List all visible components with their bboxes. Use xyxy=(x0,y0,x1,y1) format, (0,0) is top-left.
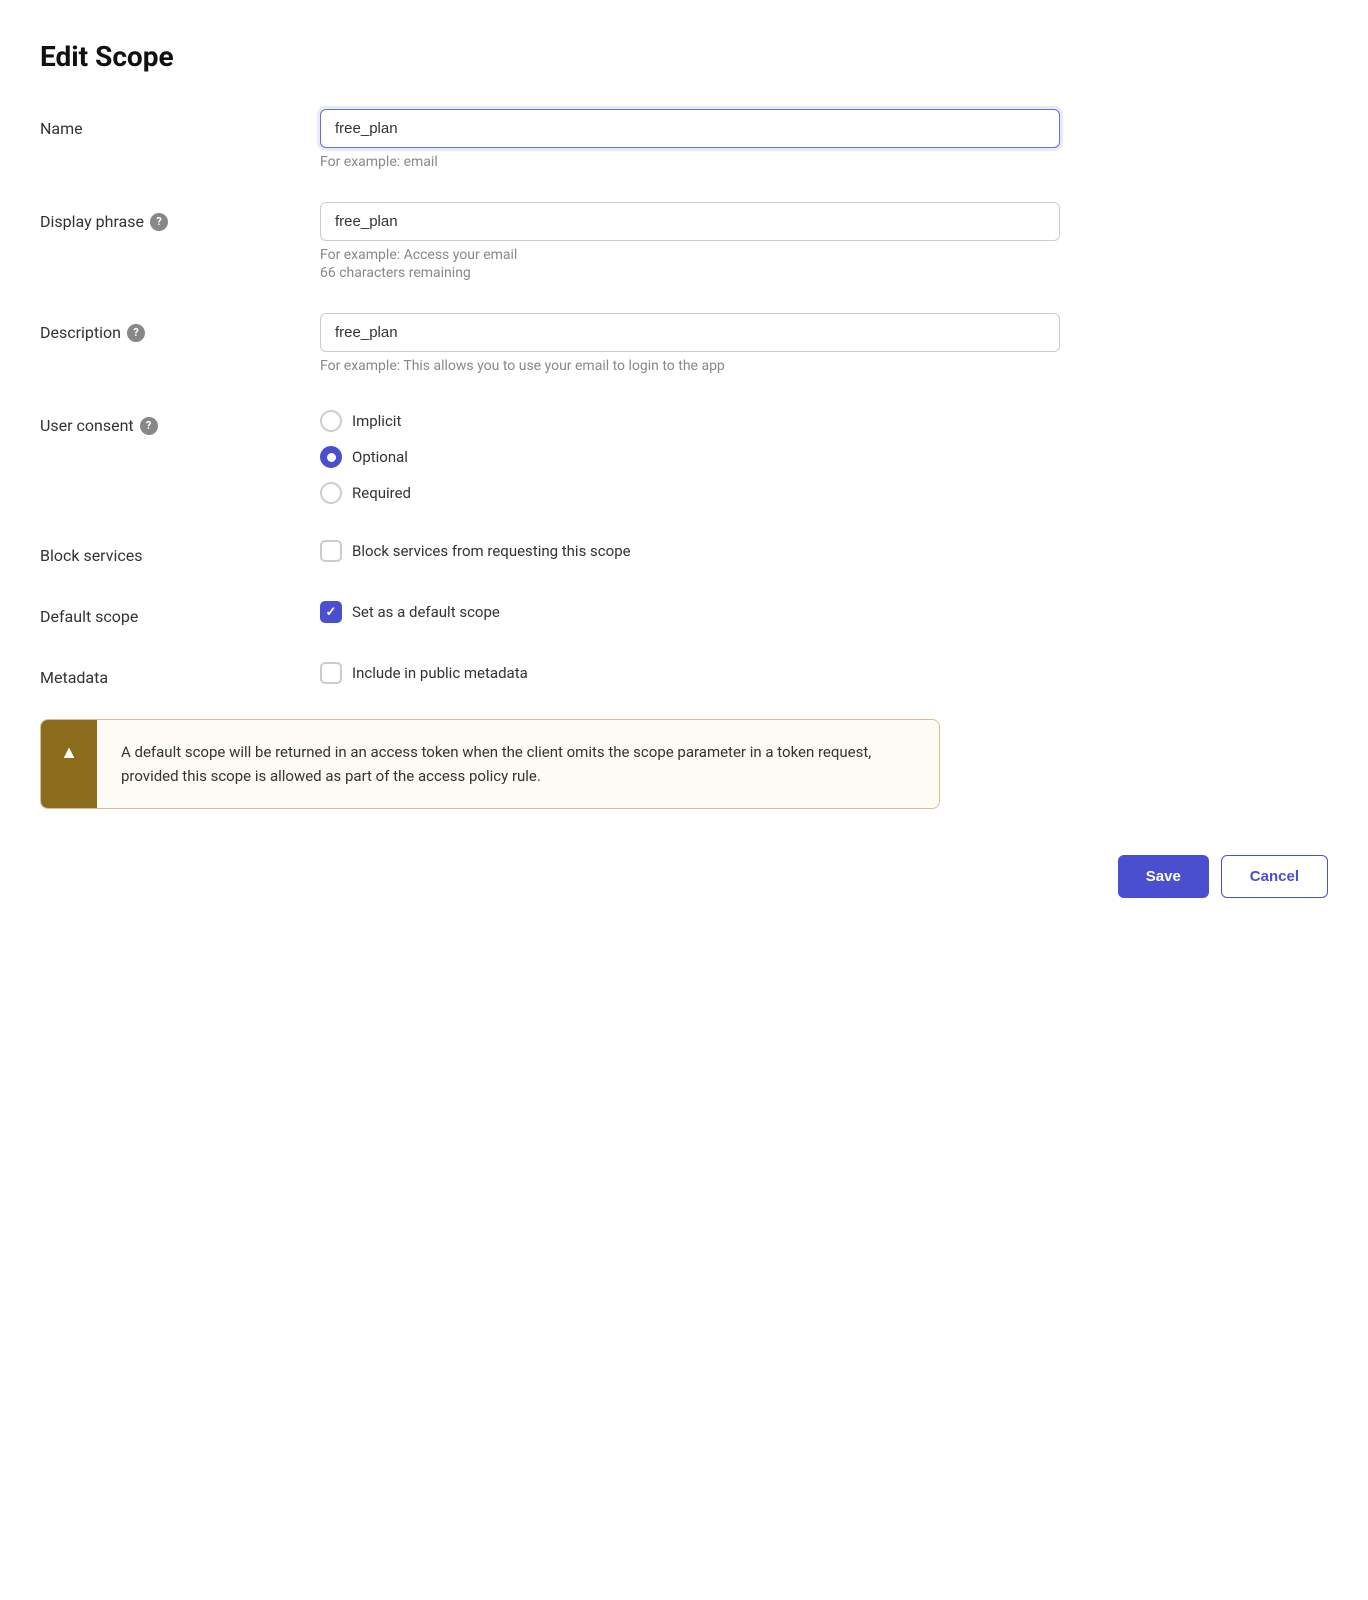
display-phrase-field-row: Display phrase ? For example: Access you… xyxy=(40,202,1328,281)
user-consent-label-col: User consent ? xyxy=(40,406,320,435)
display-phrase-control-col: For example: Access your email 66 charac… xyxy=(320,202,1328,281)
block-services-label: Block services xyxy=(40,546,143,565)
page-title: Edit Scope xyxy=(40,40,1328,73)
footer-actions: Save Cancel xyxy=(40,845,1328,898)
save-button[interactable]: Save xyxy=(1118,855,1209,898)
description-label: Description xyxy=(40,323,121,342)
warning-icon: ▲ xyxy=(60,742,78,763)
description-field-row: Description ? For example: This allows y… xyxy=(40,313,1328,374)
warning-text: A default scope will be returned in an a… xyxy=(121,743,871,785)
description-control-col: For example: This allows you to use your… xyxy=(320,313,1328,374)
name-label-col: Name xyxy=(40,109,320,138)
radio-optional[interactable]: Optional xyxy=(320,446,1328,468)
radio-required-label: Required xyxy=(352,484,411,502)
metadata-label-col: Metadata xyxy=(40,658,320,687)
name-control-col: For example: email xyxy=(320,109,1328,170)
name-input[interactable] xyxy=(320,109,1060,148)
metadata-checkbox-label: Include in public metadata xyxy=(352,664,528,682)
default-scope-control-col: ✓ Set as a default scope xyxy=(320,597,1328,623)
warning-sidebar: ▲ xyxy=(41,720,97,808)
name-hint: For example: email xyxy=(320,154,1328,170)
default-scope-label-col: Default scope xyxy=(40,597,320,626)
radio-implicit[interactable]: Implicit xyxy=(320,410,1328,432)
name-label: Name xyxy=(40,119,83,138)
radio-optional-label: Optional xyxy=(352,448,408,466)
display-phrase-input[interactable] xyxy=(320,202,1060,241)
default-scope-checkbox[interactable]: ✓ Set as a default scope xyxy=(320,597,1328,623)
display-phrase-hint1: For example: Access your email xyxy=(320,247,1328,263)
name-field-row: Name For example: email xyxy=(40,109,1328,170)
radio-required[interactable]: Required xyxy=(320,482,1328,504)
block-services-checkbox[interactable]: Block services from requesting this scop… xyxy=(320,536,1328,562)
description-label-col: Description ? xyxy=(40,313,320,342)
description-help-icon[interactable]: ? xyxy=(127,324,145,342)
check-icon: ✓ xyxy=(326,606,337,619)
description-input[interactable] xyxy=(320,313,1060,352)
metadata-field-row: Metadata Include in public metadata xyxy=(40,658,1328,687)
radio-optional-circle xyxy=(320,446,342,468)
radio-optional-inner xyxy=(327,453,336,462)
warning-content: A default scope will be returned in an a… xyxy=(97,720,939,808)
user-consent-field-row: User consent ? Implicit Optional Require… xyxy=(40,406,1328,504)
metadata-control-col: Include in public metadata xyxy=(320,658,1328,684)
display-phrase-help-icon[interactable]: ? xyxy=(150,213,168,231)
metadata-label: Metadata xyxy=(40,668,108,687)
warning-box: ▲ A default scope will be returned in an… xyxy=(40,719,940,809)
radio-implicit-label: Implicit xyxy=(352,412,401,430)
user-consent-radio-group: Implicit Optional Required xyxy=(320,406,1328,504)
block-services-checkbox-label: Block services from requesting this scop… xyxy=(352,542,631,560)
default-scope-checkbox-label: Set as a default scope xyxy=(352,603,500,621)
display-phrase-label: Display phrase xyxy=(40,212,144,231)
metadata-checkbox[interactable]: Include in public metadata xyxy=(320,658,1328,684)
block-services-label-col: Block services xyxy=(40,536,320,565)
default-scope-checkbox-box: ✓ xyxy=(320,601,342,623)
user-consent-help-icon[interactable]: ? xyxy=(140,417,158,435)
user-consent-label: User consent xyxy=(40,416,134,435)
display-phrase-label-col: Display phrase ? xyxy=(40,202,320,231)
cancel-button[interactable]: Cancel xyxy=(1221,855,1328,898)
default-scope-label: Default scope xyxy=(40,607,138,626)
description-hint: For example: This allows you to use your… xyxy=(320,358,1328,374)
display-phrase-hint2: 66 characters remaining xyxy=(320,265,1328,281)
block-services-control-col: Block services from requesting this scop… xyxy=(320,536,1328,562)
default-scope-field-row: Default scope ✓ Set as a default scope xyxy=(40,597,1328,626)
radio-implicit-circle xyxy=(320,410,342,432)
radio-required-circle xyxy=(320,482,342,504)
block-services-checkbox-box xyxy=(320,540,342,562)
user-consent-control-col: Implicit Optional Required xyxy=(320,406,1328,504)
block-services-field-row: Block services Block services from reque… xyxy=(40,536,1328,565)
metadata-checkbox-box xyxy=(320,662,342,684)
